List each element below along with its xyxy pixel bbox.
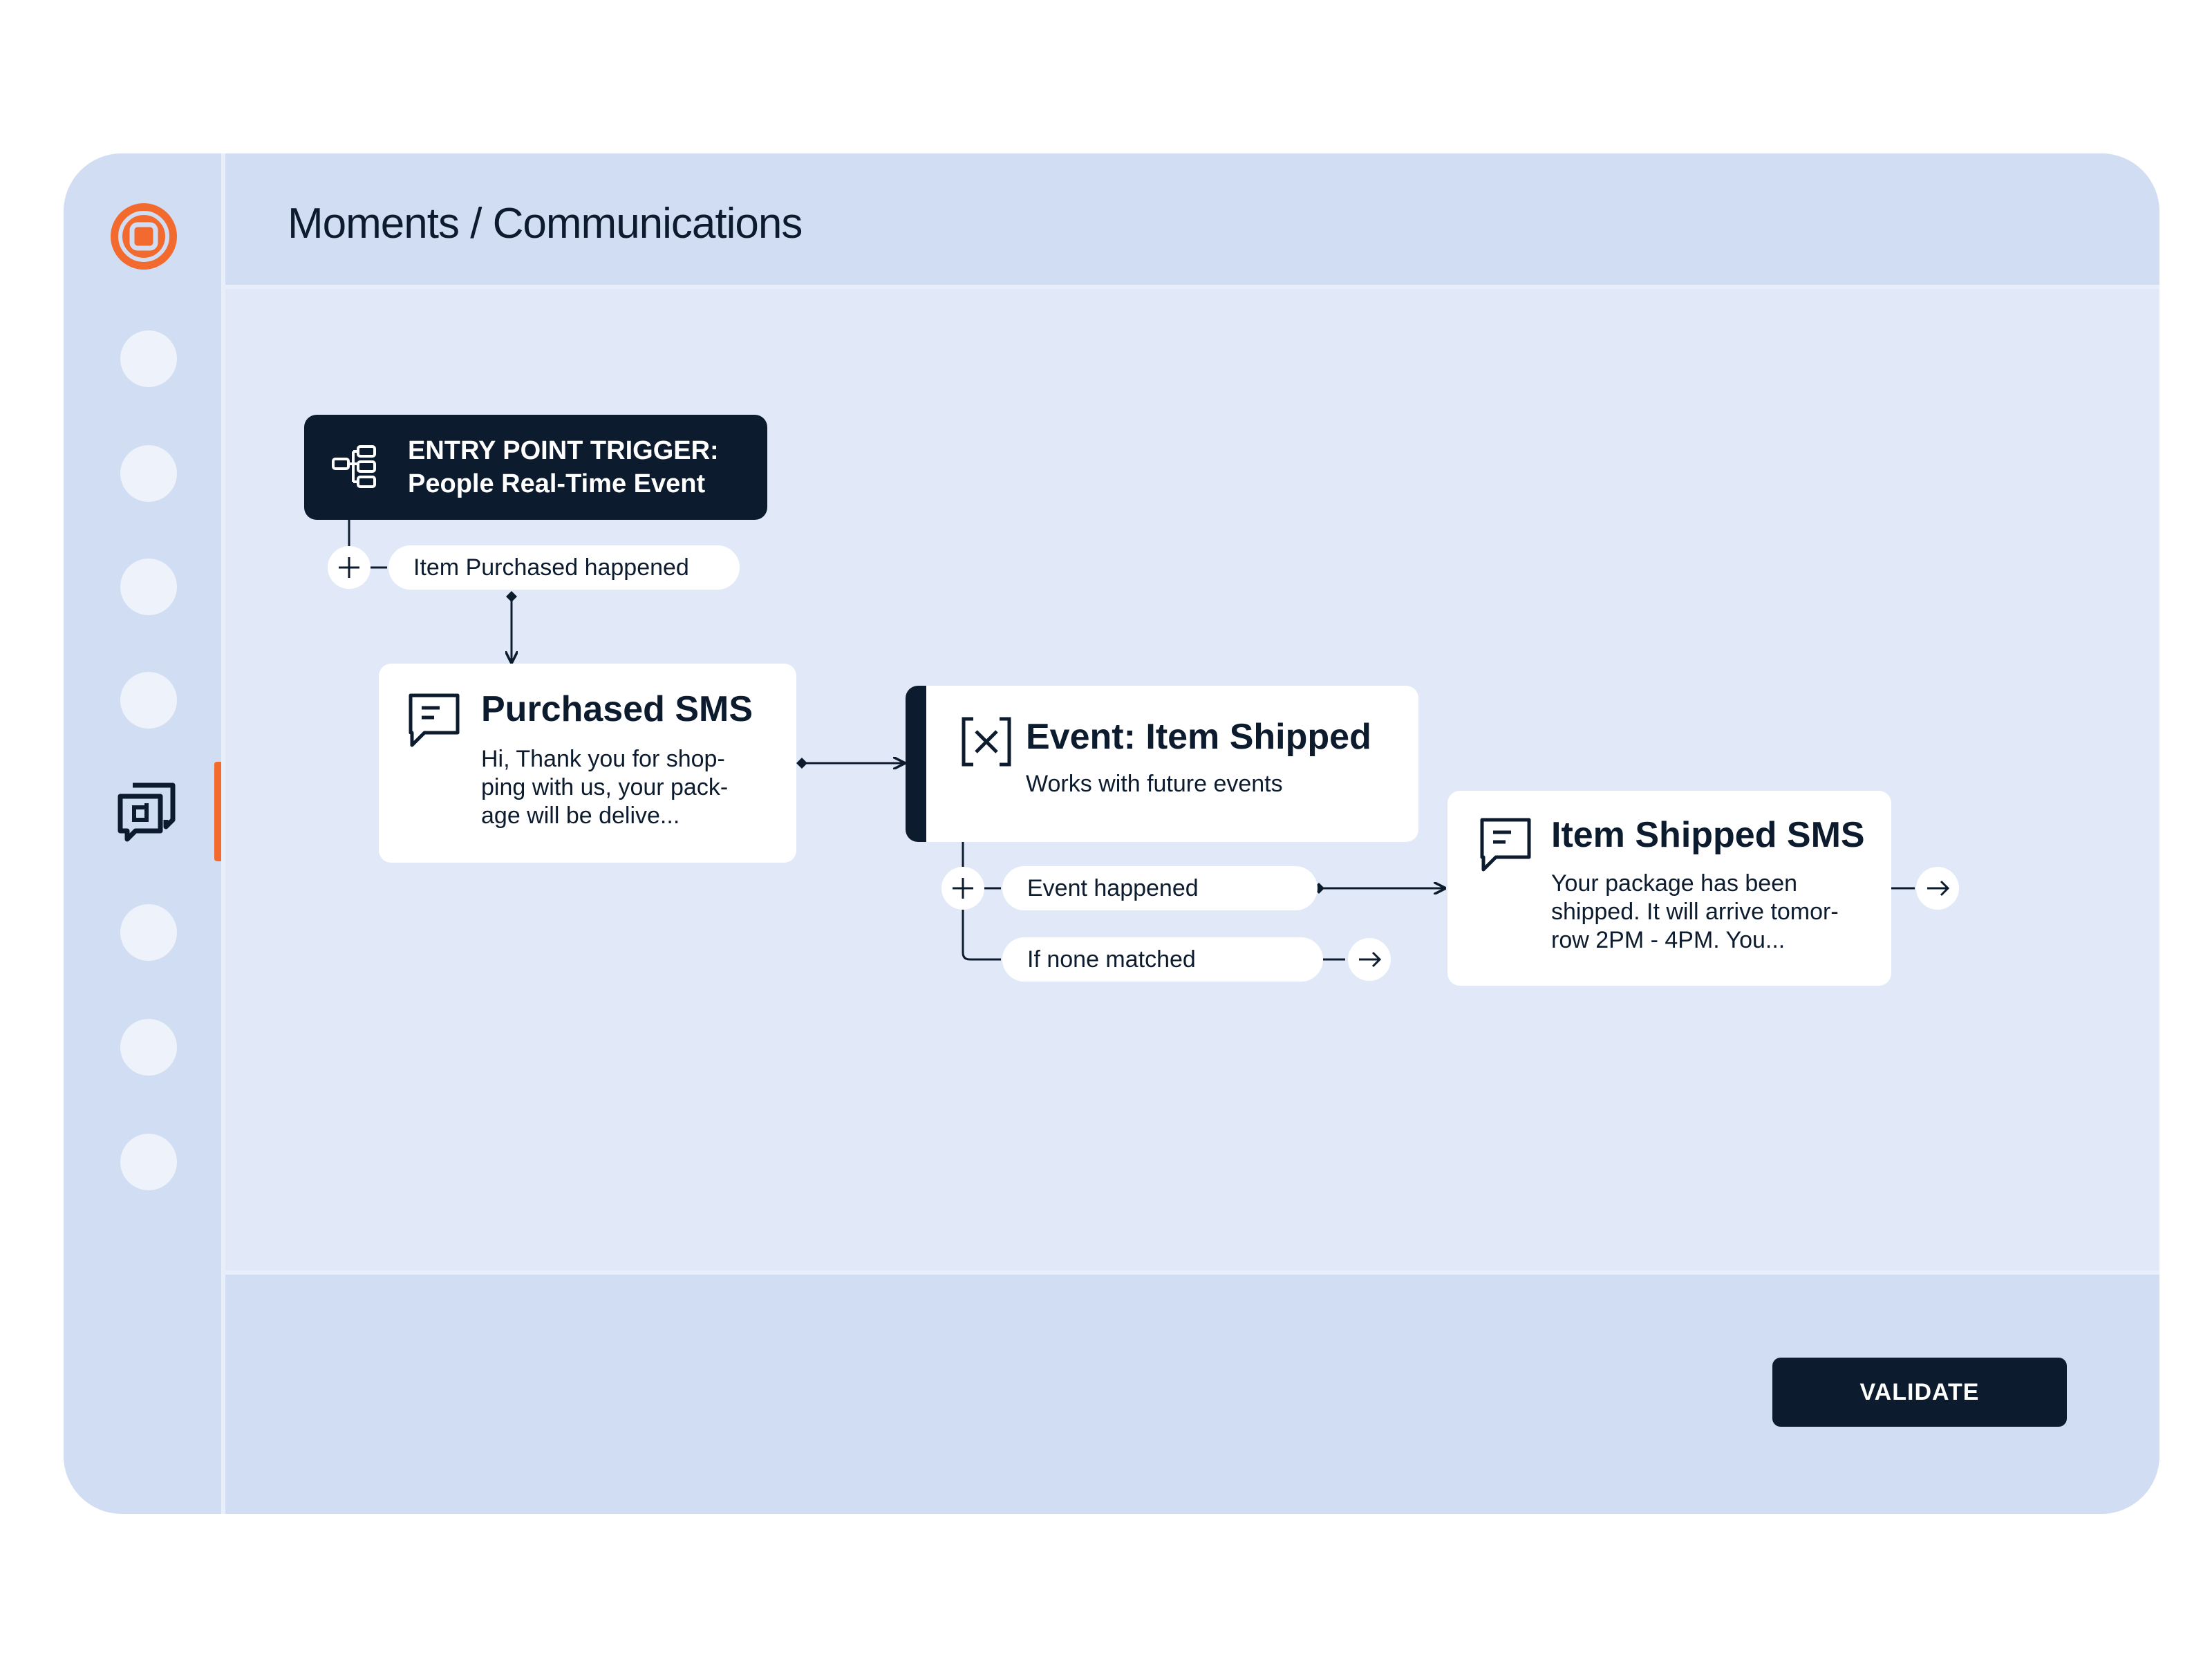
- trigger-title: ENTRY POINT TRIGGER: People Real-Time Ev…: [408, 434, 719, 500]
- purchased-sms-node[interactable]: Purchased SMS Hi, Thank you for shop- pi…: [379, 664, 796, 863]
- message-icon: [409, 693, 460, 747]
- add-condition-button[interactable]: [328, 546, 371, 589]
- add-branch-button[interactable]: [941, 867, 984, 910]
- event-title: Event: Item Shipped: [1026, 717, 1371, 757]
- body-line: Your package has been: [1551, 870, 1798, 897]
- purchased-sms-body: Hi, Thank you for shop- ping with us, yo…: [481, 745, 728, 830]
- message-icon: [1480, 818, 1531, 872]
- body-line: Hi, Thank you for shop-: [481, 746, 725, 772]
- item-shipped-sms-node[interactable]: Item Shipped SMS Your package has been s…: [1447, 791, 1891, 986]
- body-line: shipped. It will arrive tomor-: [1551, 899, 1839, 925]
- condition-label: Item Purchased happened: [413, 554, 689, 581]
- trigger-line-2: People Real-Time Event: [408, 469, 706, 498]
- branch-label: If none matched: [1027, 946, 1196, 973]
- body-line: ping with us, your pack-: [481, 774, 729, 800]
- trigger-line-1: ENTRY POINT TRIGGER:: [408, 436, 719, 465]
- item-shipped-sms-title: Item Shipped SMS: [1551, 815, 1865, 855]
- item-shipped-sms-body: Your package has been shipped. It will a…: [1551, 870, 1839, 955]
- branch-label: Event happened: [1027, 874, 1199, 901]
- branch-event-happened[interactable]: Event happened: [1002, 866, 1318, 910]
- entry-point-trigger[interactable]: ENTRY POINT TRIGGER: People Real-Time Ev…: [304, 415, 767, 520]
- close-bracket-icon: [962, 717, 1011, 767]
- flow-diagram: ENTRY POINT TRIGGER: People Real-Time Ev…: [0, 0, 2212, 1659]
- workflow-icon: [332, 445, 376, 488]
- purchased-sms-title: Purchased SMS: [481, 689, 753, 729]
- branch-none-continue-button[interactable]: [1348, 938, 1391, 981]
- plus-icon: [953, 878, 973, 899]
- body-line: age will be delive...: [481, 803, 680, 829]
- arrow-right-icon: [1927, 880, 1950, 897]
- plus-icon: [339, 557, 359, 578]
- shipped-sms-continue-button[interactable]: [1916, 867, 1959, 910]
- event-subtitle: Works with future events: [1026, 771, 1283, 797]
- body-line: row 2PM - 4PM. You...: [1551, 927, 1785, 953]
- condition-item-purchased[interactable]: Item Purchased happened: [388, 545, 740, 590]
- arrow-right-icon: [1359, 951, 1382, 968]
- branch-none-matched[interactable]: If none matched: [1002, 937, 1323, 982]
- event-item-shipped-node[interactable]: Event: Item Shipped Works with future ev…: [906, 686, 1418, 842]
